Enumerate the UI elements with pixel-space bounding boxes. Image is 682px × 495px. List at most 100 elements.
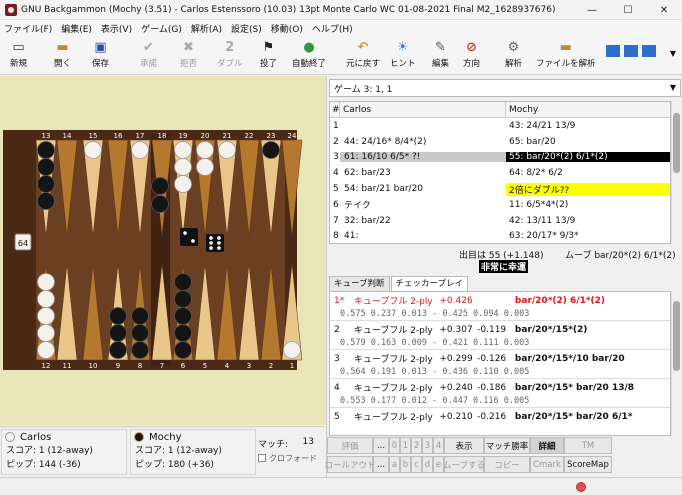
scrollbar-thumb[interactable]	[673, 301, 680, 371]
close-button[interactable]: ✕	[646, 0, 682, 20]
column-header-number[interactable]: #	[330, 102, 340, 117]
carlos-move[interactable]: 54: bar/21 bar/20	[340, 184, 506, 194]
black-checker[interactable]	[131, 341, 149, 359]
analysis-button[interactable]: 詳細	[530, 437, 564, 454]
analysis-button[interactable]: c	[411, 456, 422, 473]
black-checker[interactable]	[37, 192, 55, 210]
black-checker[interactable]	[131, 324, 149, 342]
move-list-row[interactable]: 7 32: bar/22 42: 13/11 13/9	[330, 213, 670, 229]
toolbar-button-12[interactable]: ⚙ 解析	[505, 39, 522, 70]
analysis-move[interactable]: 3 キューブフル 2-ply +0.299 -0.126 bar/20*/15*/10 …	[330, 350, 670, 379]
white-checker[interactable]	[37, 324, 55, 342]
mochy-move[interactable]: 2倍にダブル??	[506, 182, 670, 196]
analysis-move[interactable]: 2 キューブフル 2-ply +0.307 -0.119 bar/20*/15*(2) 0…	[330, 321, 670, 350]
black-checker[interactable]	[151, 195, 169, 213]
white-checker[interactable]	[174, 175, 192, 193]
move-list-row[interactable]: 1 43: 24/21 13/9	[330, 118, 670, 134]
move-list-row[interactable]: 4 62: bar/23 64: 8/2* 6/2	[330, 165, 670, 181]
maximize-button[interactable]: ☐	[610, 0, 646, 20]
white-checker[interactable]	[174, 141, 192, 159]
black-checker[interactable]	[37, 141, 55, 159]
analysis-button[interactable]: b	[400, 456, 411, 473]
move-list-row[interactable]: 5 54: bar/21 bar/20 2倍にダブル??	[330, 181, 670, 197]
move-list-row[interactable]: 3 61: 16/10 6/5* ?! 55: bar/20*(2) 6/1*(2)	[330, 150, 670, 166]
analysis-button[interactable]: Cmark	[530, 456, 564, 473]
toolbar-button-10[interactable]: ✎ 編集	[432, 39, 449, 70]
white-checker[interactable]	[37, 307, 55, 325]
black-checker[interactable]	[174, 341, 192, 359]
move-list[interactable]: # Carlos Mochy 1 43: 24/21 13/9 2 44: 24/16…	[329, 101, 671, 244]
carlos-move[interactable]: 41:	[340, 231, 506, 241]
toolbar-overflow-icon[interactable]: ▼	[670, 49, 676, 58]
analysis-button[interactable]: マッチ勝率	[484, 437, 530, 454]
white-checker[interactable]	[174, 158, 192, 176]
carlos-move[interactable]: 62: bar/23	[340, 168, 506, 178]
game-selector[interactable]: ゲーム 3: 1, 1 ▼	[329, 79, 681, 97]
analysis-button[interactable]: 1	[400, 437, 411, 454]
black-checker[interactable]	[109, 307, 127, 325]
toolbar-button-6[interactable]: ⚑ 投了	[260, 39, 277, 70]
menu-item-4[interactable]: 解析(A)	[191, 22, 222, 35]
analysis-button[interactable]: ScoreMap	[564, 456, 612, 473]
next-marked-icon[interactable]	[624, 45, 638, 57]
mochy-move[interactable]: 55: bar/20*(2) 6/1*(2)	[506, 152, 670, 163]
analysis-move[interactable]: 5 キューブフル 2-ply +0.210 -0.216 bar/20*/15* bar…	[330, 408, 670, 435]
toolbar-button-8[interactable]: ↶ 元に戻す	[346, 39, 380, 70]
analysis-button[interactable]: a	[389, 456, 400, 473]
tab-checker-play[interactable]: チェッカープレイ	[390, 276, 468, 291]
analysis-button[interactable]: 0	[389, 437, 400, 454]
analysis-button[interactable]: TM	[564, 437, 612, 454]
carlos-move[interactable]: テイク	[340, 198, 506, 211]
column-header-mochy[interactable]: Mochy	[506, 102, 670, 117]
white-checker[interactable]	[37, 290, 55, 308]
analysis-button[interactable]: ...	[373, 437, 389, 454]
tab-cube-decision[interactable]: キューブ判断	[329, 276, 390, 291]
black-checker[interactable]	[174, 273, 192, 291]
black-checker[interactable]	[174, 290, 192, 308]
analysis-button[interactable]: 評価	[327, 437, 373, 454]
toolbar-button-3[interactable]: ✔ 承諾	[140, 39, 157, 70]
menu-item-1[interactable]: 編集(E)	[61, 22, 92, 35]
white-checker[interactable]	[84, 141, 102, 159]
toolbar-button-0[interactable]: ▭ 新規	[10, 39, 27, 70]
mochy-move[interactable]: 43: 24/21 13/9	[506, 121, 670, 131]
move-list-row[interactable]: 2 44: 24/16* 8/4*(2) 65: bar/20	[330, 134, 670, 150]
mochy-move[interactable]: 65: bar/20	[506, 137, 670, 147]
black-checker[interactable]	[174, 324, 192, 342]
black-checker[interactable]	[37, 158, 55, 176]
white-checker[interactable]	[196, 158, 214, 176]
mochy-move[interactable]: 64: 8/2* 6/2	[506, 168, 670, 178]
move-list-scrollbar[interactable]	[671, 101, 681, 244]
analysis-button[interactable]: ムーブする	[443, 456, 485, 473]
black-checker[interactable]	[37, 175, 55, 193]
stop-icon[interactable]	[576, 482, 586, 492]
crawford-checkbox[interactable]	[258, 454, 266, 462]
mochy-move[interactable]: 63: 20/17* 9/3*	[506, 231, 670, 241]
checker-play-analysis[interactable]: 1* キューブフル 2-ply +0.426 bar/20*(2) 6/1*(2) 0.…	[329, 291, 671, 436]
toolbar-button-1[interactable]: ▬ 開く	[54, 39, 71, 70]
scrollbar-thumb[interactable]	[673, 113, 680, 173]
menu-item-7[interactable]: ヘルプ(H)	[312, 22, 353, 35]
board-area[interactable]: 64 13 12 14 11 15 10 16 9 17 8 18 7 19 6 20 5 21 4 22 3 23 2 2…	[0, 76, 326, 425]
toolbar-button-11[interactable]: ⊘ 方向	[463, 39, 480, 70]
carlos-move[interactable]: 61: 16/10 6/5* ?!	[340, 152, 506, 163]
toolbar-button-7[interactable]: ● 自動終了	[292, 39, 326, 70]
analysis-button[interactable]: ロールアウト	[325, 456, 376, 473]
menu-item-3[interactable]: ゲーム(G)	[141, 22, 182, 35]
black-checker[interactable]	[262, 141, 280, 159]
analysis-button[interactable]: 4	[433, 437, 444, 454]
analysis-button[interactable]: 表示	[444, 437, 484, 454]
carlos-move[interactable]: 32: bar/22	[340, 216, 506, 226]
toolbar-button-9[interactable]: ☀ ヒント	[390, 39, 416, 70]
analysis-button[interactable]: 2	[411, 437, 422, 454]
toolbar-button-2[interactable]: ▣ 保存	[92, 39, 109, 70]
white-checker[interactable]	[218, 141, 236, 159]
toolbar-button-13[interactable]: ▬ ファイルを解析	[536, 39, 596, 70]
minimize-button[interactable]: —	[574, 0, 610, 20]
move-list-row[interactable]: 8 41: 63: 20/17* 9/3*	[330, 229, 670, 243]
analysis-scrollbar[interactable]	[671, 291, 681, 436]
white-checker[interactable]	[37, 341, 55, 359]
analysis-button[interactable]: コピー	[484, 456, 530, 473]
column-header-carlos[interactable]: Carlos	[340, 102, 506, 117]
menu-item-0[interactable]: ファイル(F)	[4, 22, 52, 35]
